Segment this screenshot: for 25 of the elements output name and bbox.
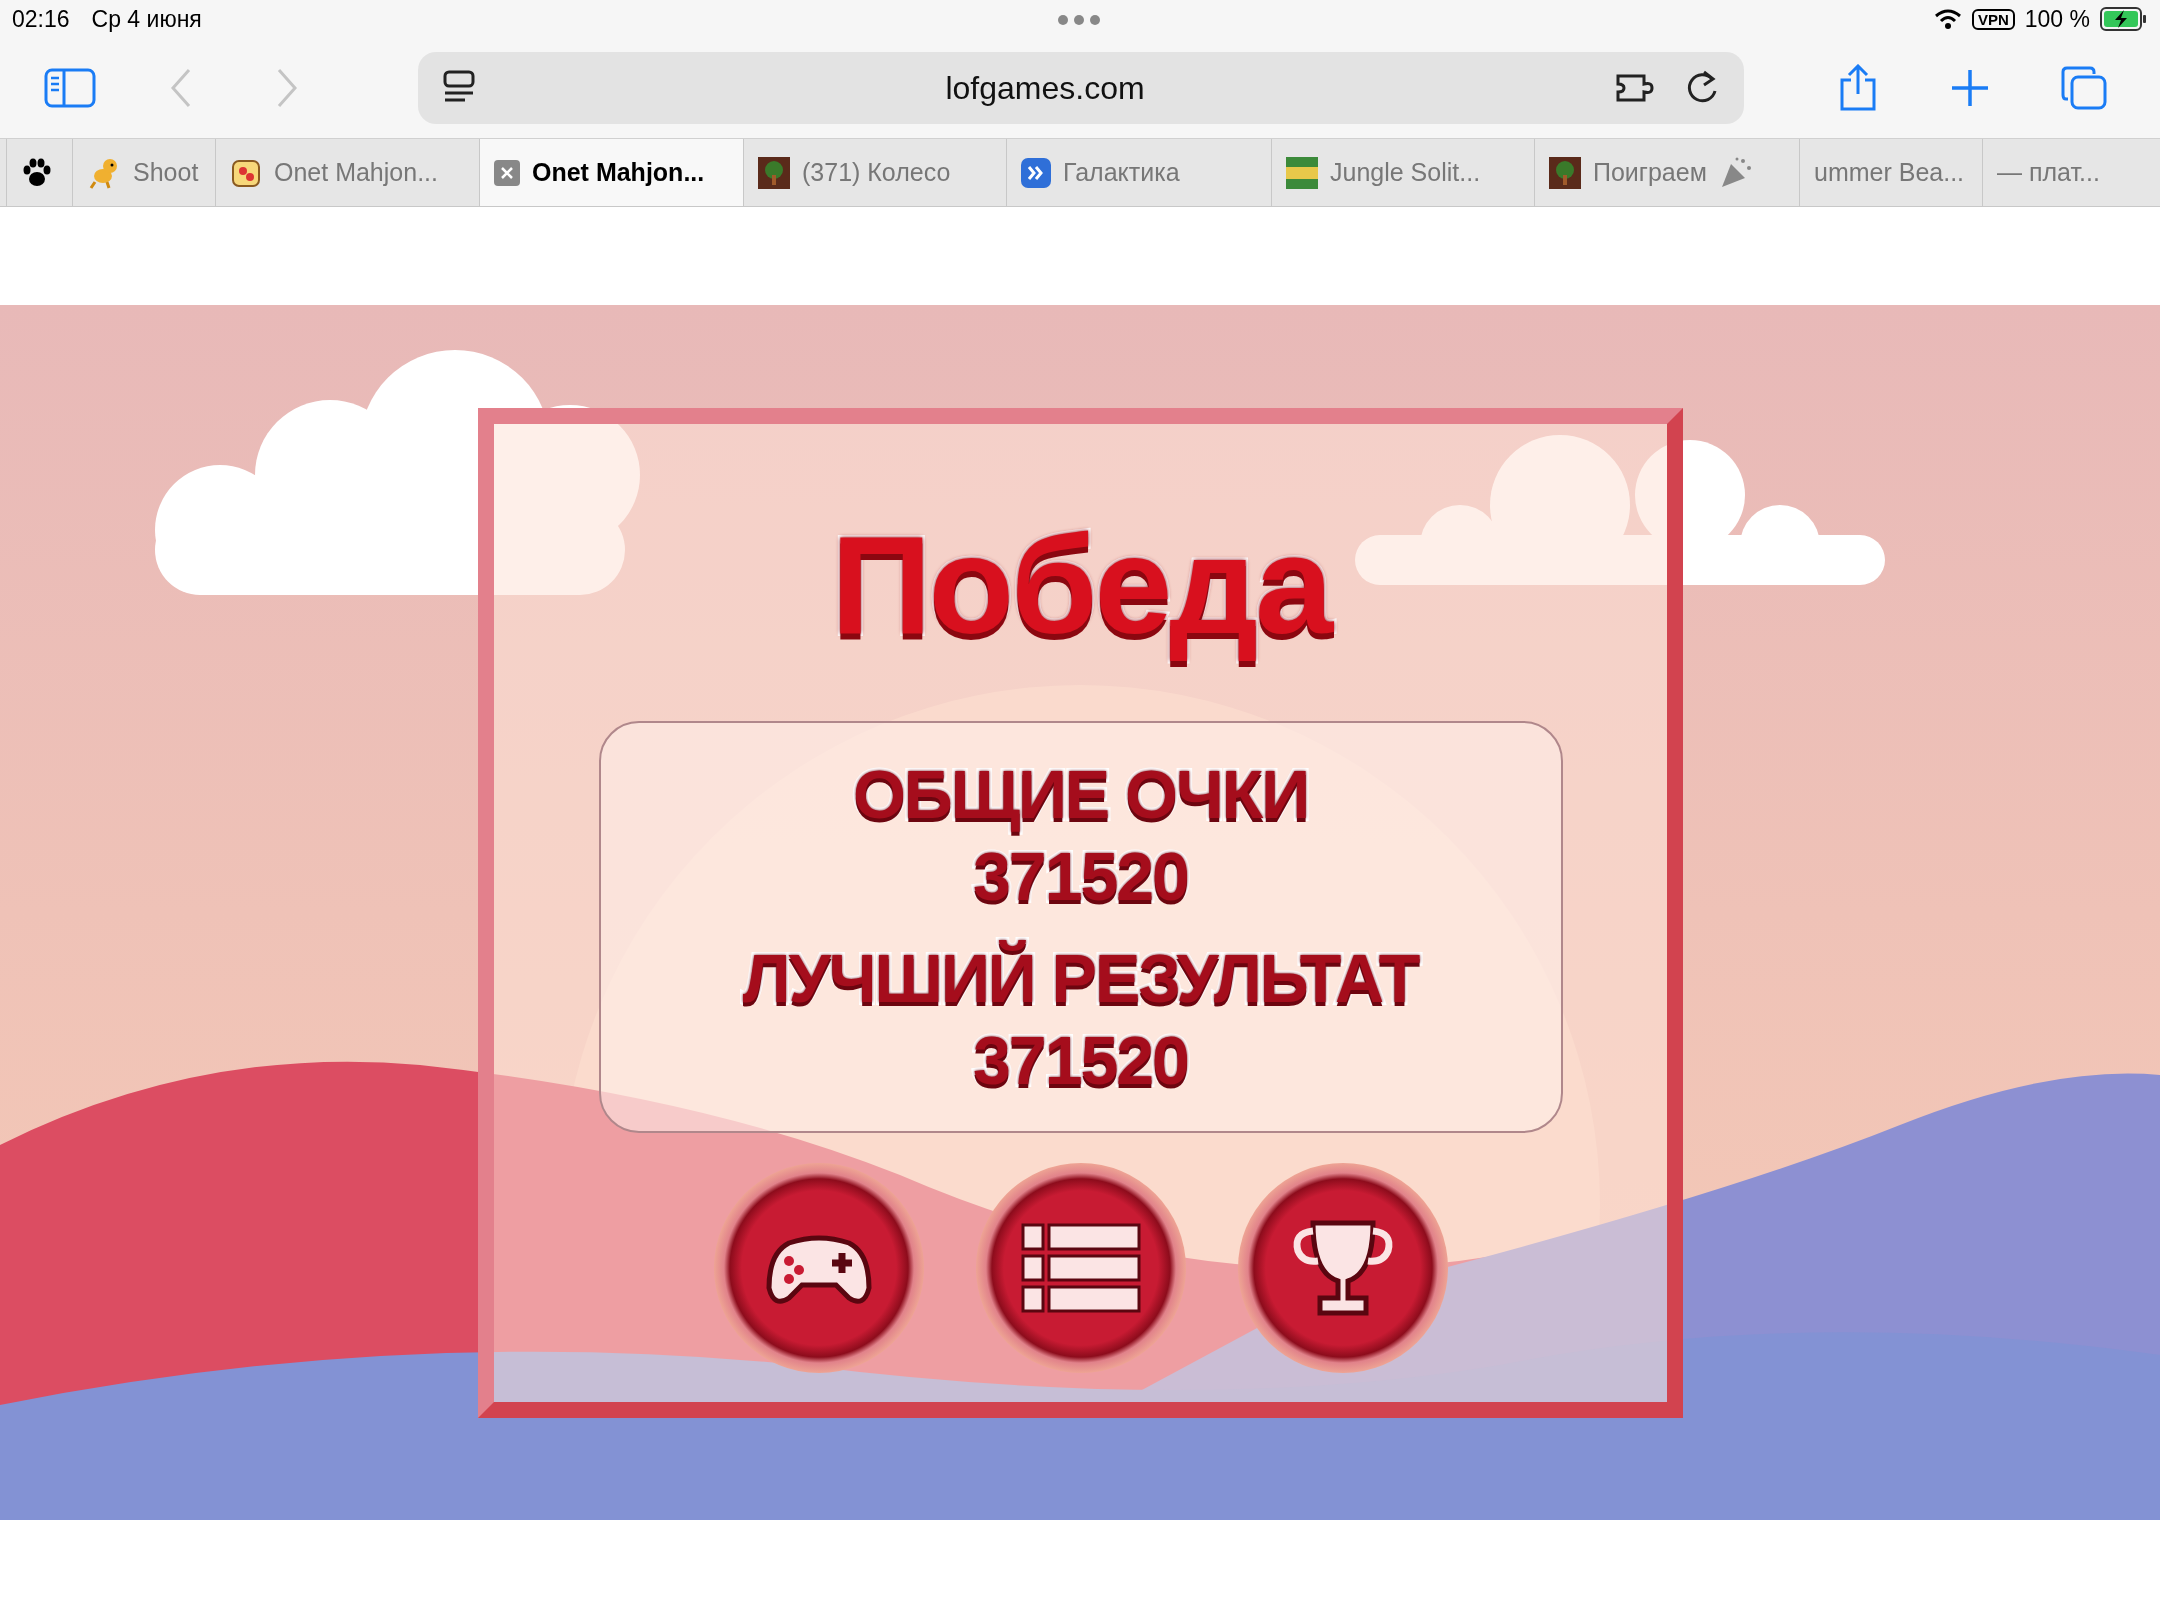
vpn-badge: VPN: [1971, 8, 2015, 30]
browser-tab[interactable]: Onet Mahjon...: [479, 139, 743, 206]
wifi-icon: [1933, 8, 1962, 30]
status-time: 02:16: [12, 5, 70, 33]
total-score-value: 371520: [973, 837, 1188, 916]
jungle-icon: [1286, 156, 1318, 189]
battery-charging-icon: [2100, 7, 2148, 31]
tree-icon: [758, 156, 790, 189]
victory-title: Победа: [830, 505, 1331, 665]
best-score-value: 371520: [973, 1021, 1188, 1100]
tree-icon: [1549, 156, 1581, 189]
more-dots-icon[interactable]: [1057, 14, 1101, 26]
sidebar-icon[interactable]: [44, 68, 96, 108]
chevron-icon: [1021, 157, 1051, 188]
best-score-label: ЛУЧШИЙ РЕЗУЛЬТАТ: [742, 939, 1419, 1018]
battery-percent: 100 %: [2024, 5, 2090, 33]
new-tab-icon[interactable]: [1950, 68, 1990, 108]
list-icon: [1020, 1223, 1141, 1313]
status-date: Ср 4 июня: [91, 5, 202, 33]
total-score-label: ОБЩИЕ ОЧКИ: [852, 755, 1309, 834]
paw-icon: [21, 156, 53, 189]
address-bar[interactable]: lofgames.com: [418, 52, 1744, 124]
tabs-overview-icon[interactable]: [2060, 65, 2108, 111]
share-icon[interactable]: [1838, 64, 1878, 112]
close-tab-icon[interactable]: [494, 159, 520, 186]
